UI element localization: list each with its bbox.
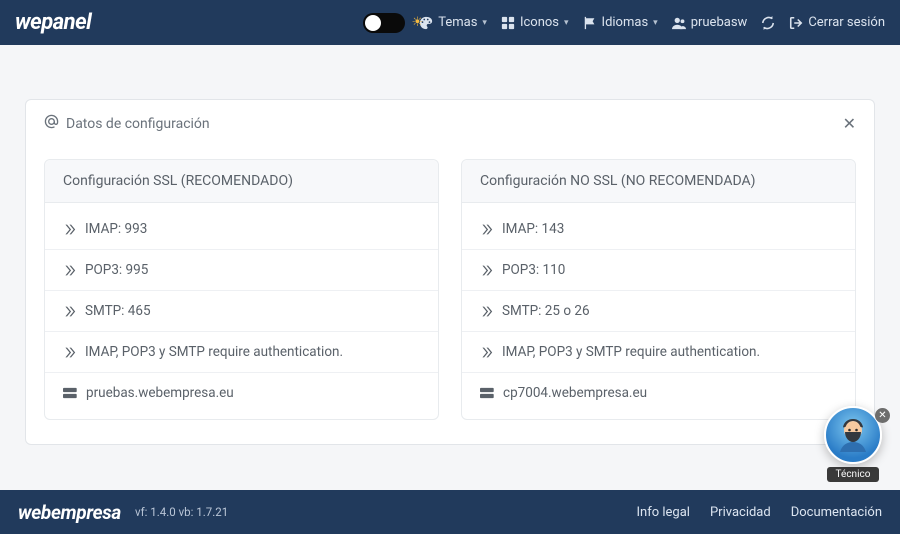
nossl-server-row: cp7004.webempresa.eu bbox=[462, 373, 855, 413]
sun-icon: ☀ bbox=[412, 15, 424, 30]
ssl-server-row: pruebas.webempresa.eu bbox=[45, 373, 438, 413]
chat-label: Técnico bbox=[827, 467, 880, 482]
toggle-knob bbox=[365, 15, 381, 31]
nossl-imap: IMAP: 143 bbox=[502, 221, 564, 237]
nav-themes-label: Temas bbox=[438, 15, 477, 30]
chat-avatar[interactable]: ✕ bbox=[824, 406, 882, 464]
nossl-card-title: Configuración NO SSL (NO RECOMENDADA) bbox=[462, 160, 855, 203]
nav-logout-label: Cerrar sesión bbox=[808, 15, 885, 30]
nav-languages-label: Idiomas bbox=[602, 15, 649, 30]
nossl-card-body: IMAP: 143 POP3: 110 SMTP: 25 o 26 IMAP, … bbox=[462, 203, 855, 419]
nav-logout[interactable]: Cerrar sesión bbox=[789, 15, 885, 30]
panel-title: Datos de configuración bbox=[66, 116, 210, 132]
chevron-down-icon: ▾ bbox=[564, 18, 569, 28]
panel-header: Datos de configuración ✕ bbox=[26, 100, 874, 159]
chevron-right-icon bbox=[63, 223, 76, 236]
ssl-pop3-row: POP3: 995 bbox=[45, 250, 438, 291]
chevron-right-icon bbox=[480, 346, 493, 359]
footer-privacy[interactable]: Privacidad bbox=[710, 505, 771, 520]
ssl-auth: IMAP, POP3 y SMTP require authentication… bbox=[85, 344, 343, 360]
ssl-smtp-row: SMTP: 465 bbox=[45, 291, 438, 332]
nav-themes[interactable]: Temas ▾ bbox=[419, 15, 487, 30]
nossl-auth-row: IMAP, POP3 y SMTP require authentication… bbox=[462, 332, 855, 373]
theme-toggle[interactable]: ☀ bbox=[363, 13, 405, 33]
chevron-right-icon bbox=[480, 305, 493, 318]
spacer bbox=[25, 51, 875, 61]
chevron-right-icon bbox=[63, 346, 76, 359]
footer-links: Info legal Privacidad Documentación bbox=[637, 505, 883, 520]
config-panel: Datos de configuración ✕ Configuración S… bbox=[25, 99, 875, 445]
flag-icon bbox=[583, 16, 597, 30]
at-icon bbox=[44, 114, 59, 133]
chat-close-icon[interactable]: ✕ bbox=[875, 408, 890, 423]
chevron-right-icon bbox=[63, 264, 76, 277]
brand-logo[interactable]: wepanel bbox=[15, 10, 91, 35]
nossl-server: cp7004.webempresa.eu bbox=[503, 385, 647, 401]
footer-version: vf: 1.4.0 vb: 1.7.21 bbox=[135, 505, 228, 519]
nossl-pop3-row: POP3: 110 bbox=[462, 250, 855, 291]
nav-user[interactable]: pruebasw bbox=[672, 15, 748, 30]
footer-brand[interactable]: webempresa bbox=[18, 501, 121, 524]
top-navbar: wepanel ☀ Temas ▾ Iconos ▾ Idiomas ▾ bbox=[0, 0, 900, 45]
nav-languages[interactable]: Idiomas ▾ bbox=[583, 15, 658, 30]
nossl-smtp-row: SMTP: 25 o 26 bbox=[462, 291, 855, 332]
nav-user-label: pruebasw bbox=[691, 15, 748, 30]
chevron-right-icon bbox=[480, 223, 493, 236]
nossl-smtp: SMTP: 25 o 26 bbox=[502, 303, 590, 319]
chevron-down-icon: ▾ bbox=[653, 18, 658, 28]
ssl-imap: IMAP: 993 bbox=[85, 221, 147, 237]
chevron-right-icon bbox=[63, 305, 76, 318]
nossl-pop3: POP3: 110 bbox=[502, 262, 565, 278]
server-icon bbox=[63, 387, 77, 399]
nossl-auth: IMAP, POP3 y SMTP require authentication… bbox=[502, 344, 760, 360]
refresh-icon bbox=[761, 16, 775, 30]
ssl-server: pruebas.webempresa.eu bbox=[86, 385, 234, 401]
nav-icons-label: Iconos bbox=[520, 15, 559, 30]
nossl-imap-row: IMAP: 143 bbox=[462, 209, 855, 250]
nav-refresh[interactable] bbox=[761, 16, 775, 30]
ssl-auth-row: IMAP, POP3 y SMTP require authentication… bbox=[45, 332, 438, 373]
ssl-imap-row: IMAP: 993 bbox=[45, 209, 438, 250]
close-icon[interactable]: ✕ bbox=[843, 114, 856, 133]
ssl-smtp: SMTP: 465 bbox=[85, 303, 151, 319]
ssl-card: Configuración SSL (RECOMENDADO) IMAP: 99… bbox=[44, 159, 439, 420]
config-cards: Configuración SSL (RECOMENDADO) IMAP: 99… bbox=[26, 159, 874, 444]
ssl-card-title: Configuración SSL (RECOMENDADO) bbox=[45, 160, 438, 203]
user-icon bbox=[672, 16, 686, 30]
chat-widget[interactable]: ✕ Técnico bbox=[824, 406, 882, 482]
grid-icon bbox=[501, 16, 515, 30]
footer-docs[interactable]: Documentación bbox=[791, 505, 882, 520]
nossl-card: Configuración NO SSL (NO RECOMENDADA) IM… bbox=[461, 159, 856, 420]
footer-legal[interactable]: Info legal bbox=[637, 505, 690, 520]
footer: webempresa vf: 1.4.0 vb: 1.7.21 Info leg… bbox=[0, 490, 900, 534]
main-content: Datos de configuración ✕ Configuración S… bbox=[0, 45, 900, 445]
ssl-card-body: IMAP: 993 POP3: 995 SMTP: 465 IMAP, POP3… bbox=[45, 203, 438, 419]
nav-right: ☀ Temas ▾ Iconos ▾ Idiomas ▾ bbox=[363, 13, 885, 33]
server-icon bbox=[480, 387, 494, 399]
chevron-right-icon bbox=[480, 264, 493, 277]
logout-icon bbox=[789, 16, 803, 30]
ssl-pop3: POP3: 995 bbox=[85, 262, 148, 278]
nav-icons[interactable]: Iconos ▾ bbox=[501, 15, 569, 30]
chevron-down-icon: ▾ bbox=[482, 18, 487, 28]
